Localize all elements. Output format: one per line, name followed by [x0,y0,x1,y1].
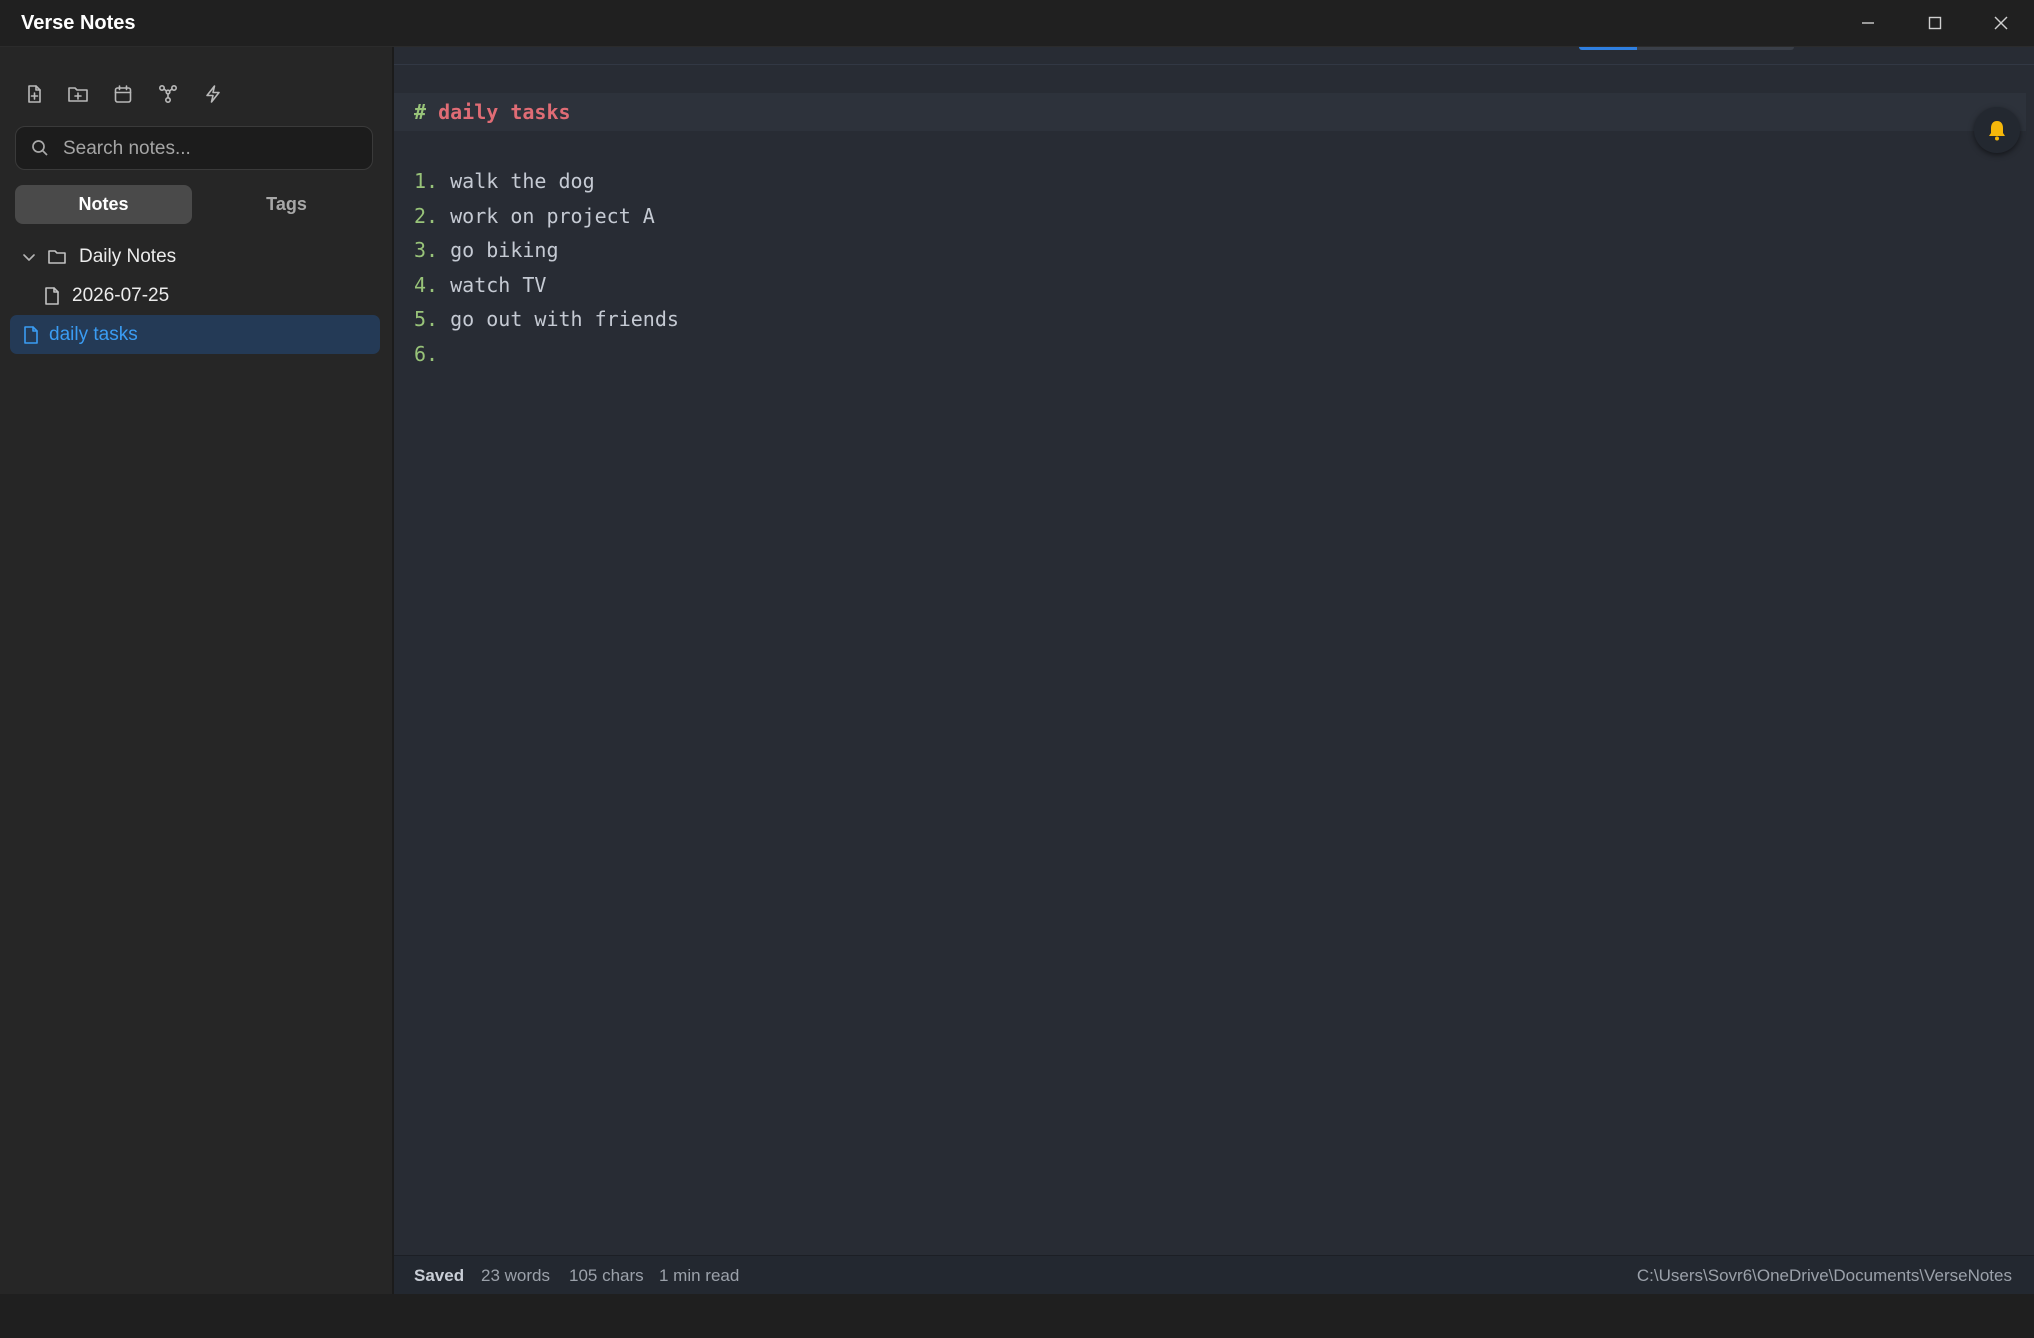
divider [394,64,2034,65]
quick-action-button[interactable] [198,79,228,109]
view-toggle-active [1579,47,1637,50]
bell-icon [1989,121,2005,141]
editor-line-6[interactable]: 6. [414,337,450,372]
editor-line-3[interactable]: 3. go biking [414,233,559,268]
word-count: 23 words [481,1266,550,1285]
vault-path: C:\Users\Sovr6\OneDrive\Documents\VerseN… [1636,1266,2012,1285]
tree-folder-label: Daily Notes [79,246,177,267]
editor-pane[interactable]: # daily tasks 1. walk the dog 2. work on… [394,47,2034,1255]
read-time: 1 min read [659,1266,740,1285]
new-folder-icon [68,87,88,102]
app-title: Verse Notes [21,12,136,34]
close-button[interactable] [1968,0,2034,46]
minimize-icon [1862,22,1874,24]
calendar-icon [114,85,132,103]
sidebar: Notes Tags Daily Notes 2026-07-25 daily … [0,47,394,1294]
list-text: go biking [450,238,559,262]
list-text: walk the dog [450,169,595,193]
graph-icon [158,84,178,104]
heading-marker: # [414,100,427,124]
new-note-icon [28,85,41,103]
editor-line-1[interactable]: 1. walk the dog [414,164,595,199]
reminder-button[interactable] [1974,107,2020,153]
maximize-button[interactable] [1902,0,1968,46]
tree-note-label: daily tasks [49,323,138,345]
minimize-button[interactable] [1835,0,1901,46]
list-text: work on project A [450,203,655,228]
folder-icon [48,250,66,264]
editor-line-4[interactable]: 4. watch TV [414,268,546,303]
editor-line-5[interactable]: 5. go out with friends [414,302,679,337]
graph-view-button[interactable] [153,79,183,109]
file-icon [45,287,59,305]
tab-notes[interactable]: Notes [15,185,192,224]
lightning-icon [206,85,220,103]
list-number: 6. [414,341,439,366]
active-line-highlight [394,93,2026,131]
search-input[interactable] [61,127,365,171]
calendar-button[interactable] [108,79,138,109]
tree-note-2026-07-25[interactable]: 2026-07-25 [10,278,380,314]
editor-line-2[interactable]: 2. work on project A [414,199,655,234]
editor-heading-line[interactable]: # daily tasks [414,95,571,130]
new-note-button[interactable] [19,79,49,109]
list-number: 1. [414,169,439,193]
save-status: Saved [414,1266,465,1285]
tree-folder-daily-notes[interactable]: Daily Notes [10,239,380,275]
close-icon [1994,16,2008,30]
maximize-icon [1928,16,1942,30]
file-icon [24,325,38,344]
bottom-strip [0,1294,2034,1338]
status-bar: Saved 23 words 105 chars 1 min read C:\U… [394,1255,2034,1295]
tree-note-label: 2026-07-25 [72,285,170,306]
tree-note-daily-tasks[interactable]: daily tasks [10,315,380,354]
search-icon [32,140,48,156]
list-number: 4. [414,272,439,297]
list-number: 2. [414,203,439,228]
heading-text: daily tasks [438,100,571,124]
tab-tags[interactable]: Tags [198,185,375,224]
list-text: watch TV [450,272,547,297]
list-number: 3. [414,238,439,262]
new-folder-button[interactable] [63,79,93,109]
chevron-down-icon[interactable] [21,249,37,265]
list-number: 5. [414,307,439,331]
title-bar: Verse Notes [0,0,2034,47]
char-count: 105 chars [569,1266,644,1285]
search-box [15,126,373,171]
list-text: go out with friends [450,307,679,331]
